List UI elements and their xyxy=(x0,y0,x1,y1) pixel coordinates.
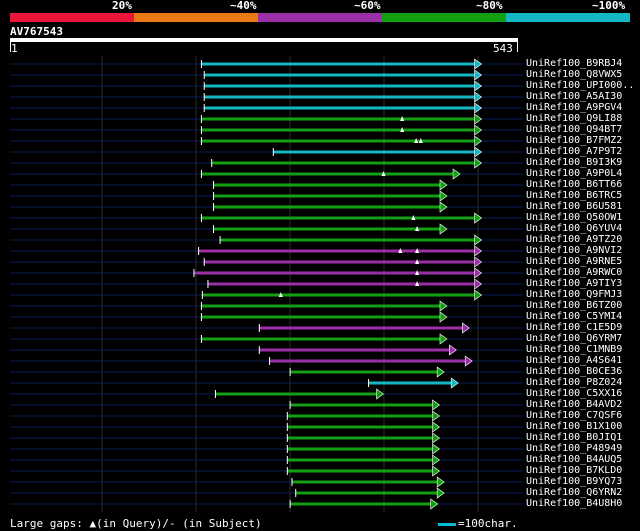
hit-arrow-icon xyxy=(439,190,448,202)
hit-label[interactable]: UniRef100_B4AUQ5 xyxy=(526,454,622,465)
hit-label[interactable]: UniRef100_Q9LI88 xyxy=(526,113,622,124)
hit-label[interactable]: UniRef100_C7QSF6 xyxy=(526,410,622,421)
hit-label[interactable]: UniRef100_C5YMI4 xyxy=(526,311,622,322)
hit-label[interactable]: UniRef100_A5AI30 xyxy=(526,91,622,102)
hit-arrow-icon xyxy=(376,388,384,400)
hit-arrow-icon xyxy=(439,179,448,191)
hit-label[interactable]: UniRef100_C1MNB9 xyxy=(526,344,622,355)
hit-arrow-icon xyxy=(436,476,445,488)
large-gaps-label: Large gaps: xyxy=(10,517,90,530)
hit-arrow-icon xyxy=(439,333,448,345)
hit-arrow-icon xyxy=(432,421,441,433)
hit-label[interactable]: UniRef100_C5XX16 xyxy=(526,388,622,399)
hit-label[interactable]: UniRef100_B9I3K9 xyxy=(526,157,622,168)
hit-arrow-icon xyxy=(452,168,461,180)
hit-label[interactable]: UniRef100_A9PGV4 xyxy=(526,102,622,113)
hit-label[interactable]: UniRef100_UPI000.. xyxy=(526,80,634,91)
hit-arrow-icon xyxy=(449,344,457,356)
hit-label[interactable]: UniRef100_P48949 xyxy=(526,443,622,454)
hit-label[interactable]: UniRef100_B6TRC5 xyxy=(526,190,622,201)
hit-arrow-icon xyxy=(436,366,445,378)
hit-label[interactable]: UniRef100_Q9FMJ3 xyxy=(526,289,622,300)
hit-label[interactable]: UniRef100_A9TZ20 xyxy=(526,234,622,245)
hit-label[interactable]: UniRef100_B7FMZ2 xyxy=(526,135,622,146)
hit-label[interactable]: UniRef100_Q6YUV4 xyxy=(526,223,622,234)
hit-label[interactable]: UniRef100_A9RNE5 xyxy=(526,256,622,267)
hit-arrow-icon xyxy=(432,410,441,422)
hit-label[interactable]: UniRef100_B9YQ73 xyxy=(526,476,622,487)
gap-legend-text: (in Query)/- (in Subject) xyxy=(96,517,262,530)
hit-arrow-icon xyxy=(439,300,448,312)
hit-label[interactable]: UniRef100_B7KLD0 xyxy=(526,465,622,476)
hit-label[interactable]: UniRef100_A9RWC0 xyxy=(526,267,622,278)
hit-label[interactable]: UniRef100_A4S641 xyxy=(526,355,622,366)
hit-label[interactable]: UniRef100_C1E5D9 xyxy=(526,322,622,333)
hit-label[interactable]: UniRef100_A7P9T2 xyxy=(526,146,622,157)
hit-arrow-icon xyxy=(464,355,473,367)
hit-label[interactable]: UniRef100_A9NVI2 xyxy=(526,245,622,256)
hit-label[interactable]: UniRef100_B6U581 xyxy=(526,201,622,212)
hit-label[interactable]: UniRef100_Q6YRM7 xyxy=(526,333,622,344)
hit-label[interactable]: UniRef100_Q94BT7 xyxy=(526,124,622,135)
hit-label[interactable]: UniRef100_Q8VWX5 xyxy=(526,69,622,80)
footer-scale-legend: =100char. xyxy=(438,517,518,530)
hit-arrow-icon xyxy=(432,399,441,411)
hit-label[interactable]: UniRef100_B6TT66 xyxy=(526,179,622,190)
hit-arrow-icon xyxy=(436,487,445,499)
hit-arrow-icon xyxy=(439,223,448,235)
hit-label[interactable]: UniRef100_Q6YRN2 xyxy=(526,487,622,498)
hit-arrow-icon xyxy=(439,311,448,323)
hit-label[interactable]: UniRef100_A9TIY3 xyxy=(526,278,622,289)
scale-bar-note: =100char. xyxy=(458,517,518,530)
hit-label[interactable]: UniRef100_B4AVD2 xyxy=(526,399,622,410)
scale-bar-icon xyxy=(438,522,456,526)
hit-arrow-icon xyxy=(439,201,448,213)
hit-arrow-icon xyxy=(432,465,441,477)
hit-label[interactable]: UniRef100_B9RBJ4 xyxy=(526,58,622,69)
hit-arrow-icon xyxy=(430,498,439,510)
hit-arrow-icon xyxy=(432,454,441,466)
hit-label[interactable]: UniRef100_B4U8H0 xyxy=(526,498,622,509)
footer-legend: Large gaps: ▲(in Query)/- (in Subject) xyxy=(10,517,262,530)
hit-label[interactable]: UniRef100_A9P0L4 xyxy=(526,168,622,179)
hit-label[interactable]: UniRef100_B6TZ00 xyxy=(526,300,622,311)
hit-label[interactable]: UniRef100_P8Z024 xyxy=(526,377,622,388)
hit-label[interactable]: UniRef100_B1X100 xyxy=(526,421,622,432)
hit-arrow-icon xyxy=(432,432,441,444)
hit-label[interactable]: UniRef100_Q50OW1 xyxy=(526,212,622,223)
hit-label[interactable]: UniRef100_B0CE36 xyxy=(526,366,622,377)
hit-arrow-icon xyxy=(432,443,441,455)
hit-arrow-icon xyxy=(462,322,470,334)
hit-label[interactable]: UniRef100_B0JIQ1 xyxy=(526,432,622,443)
hit-arrow-icon xyxy=(450,377,459,389)
